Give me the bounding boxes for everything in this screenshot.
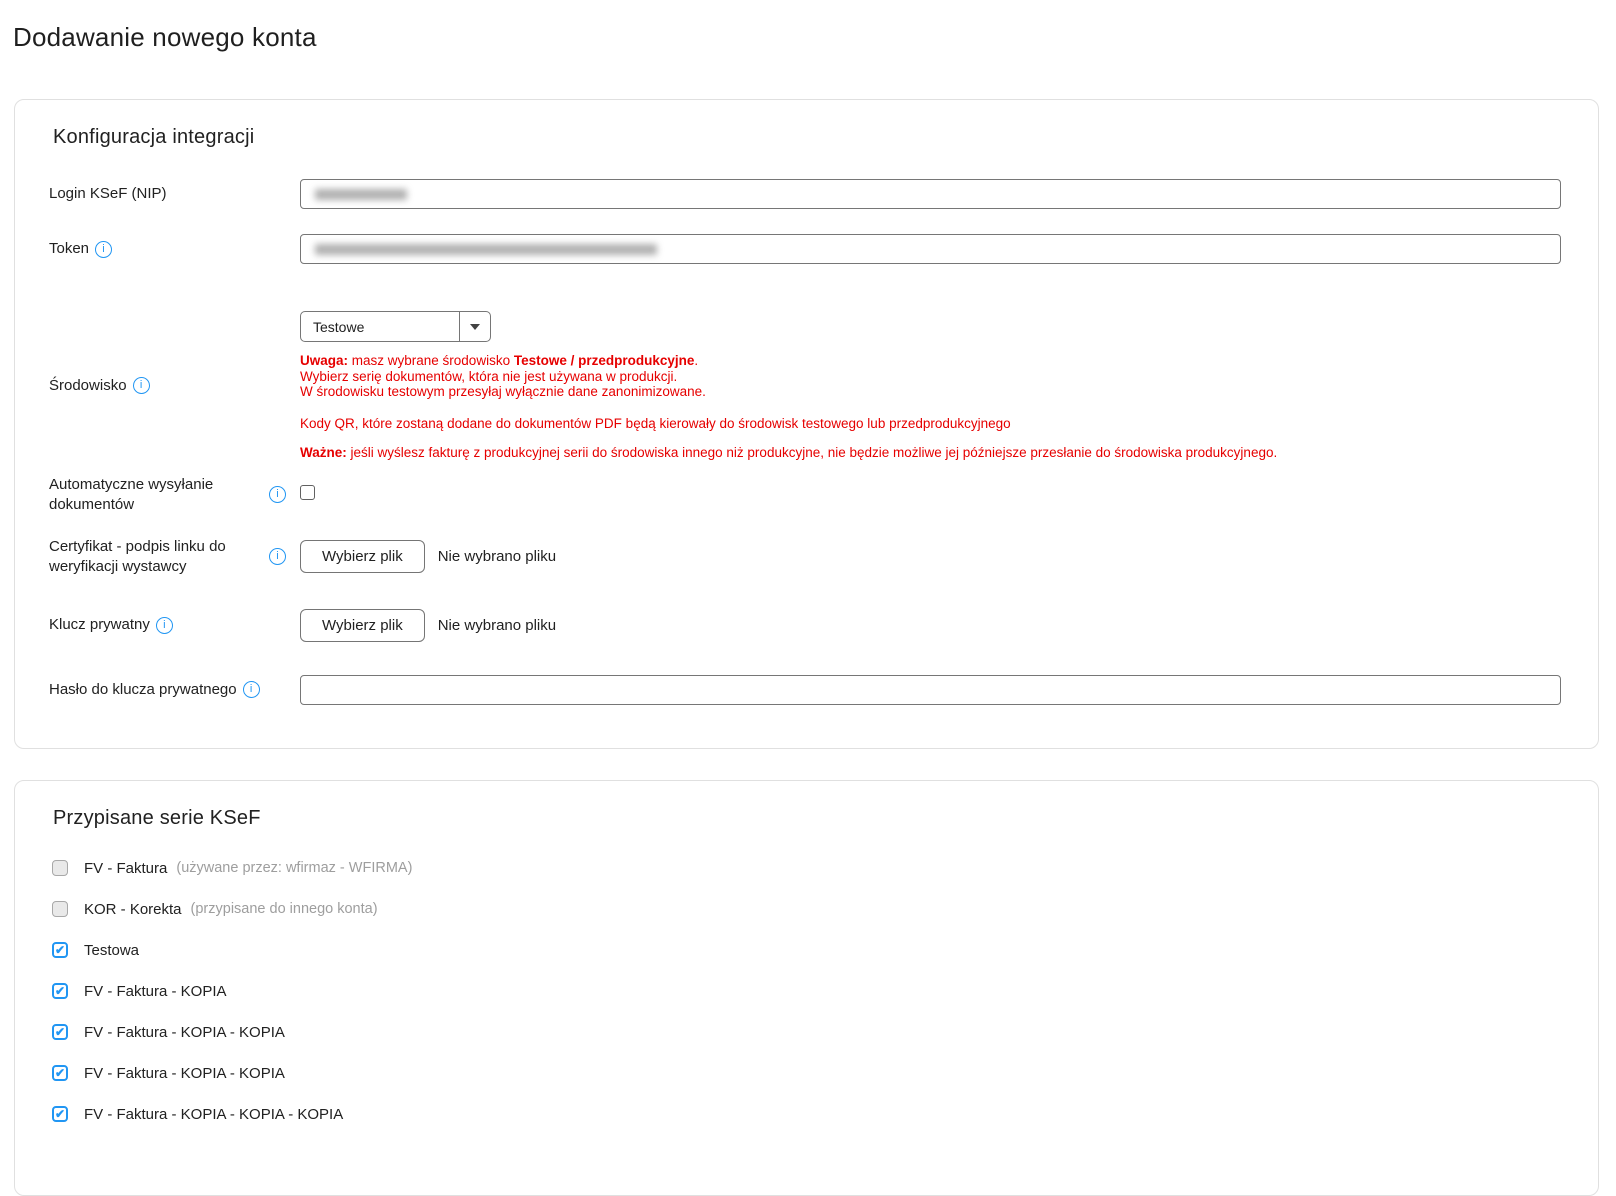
series-checkbox — [52, 860, 68, 876]
series-list-item: FV - Faktura - KOPIA - KOPIA — [52, 1065, 1561, 1082]
series-card: Przypisane serie KSeF FV - Faktura (używ… — [14, 780, 1599, 1196]
series-checkbox — [52, 901, 68, 917]
form-row-login: Login KSeF (NIP) — [49, 179, 1561, 209]
series-checkbox[interactable] — [52, 1024, 68, 1040]
certificate-no-file-text: Nie wybrano pliku — [438, 548, 556, 565]
series-label: KOR - Korekta — [84, 901, 182, 918]
info-icon[interactable] — [133, 377, 150, 394]
series-list-item: FV - Faktura - KOPIA - KOPIA - KOPIA — [52, 1106, 1561, 1123]
form-row-certificate: Certyfikat - podpis linku do weryfikacji… — [49, 537, 1561, 577]
series-label: FV - Faktura — [84, 860, 167, 877]
series-list-item: FV - Faktura - KOPIA - KOPIA — [52, 1024, 1561, 1041]
series-list: FV - Faktura (używane przez: wfirmaz - W… — [49, 860, 1561, 1123]
form-row-auto-send: Automatyczne wysyłanie dokumentów — [49, 475, 1561, 515]
series-list-item: FV - Faktura (używane przez: wfirmaz - W… — [52, 860, 1561, 877]
environment-select[interactable]: Testowe — [300, 311, 491, 342]
form-row-environment: Środowisko Testowe Uwaga: masz wybrane ś… — [49, 311, 1561, 461]
page-title: Dodawanie nowego konta — [0, 0, 1616, 53]
page: Dodawanie nowego konta Konfiguracja inte… — [0, 0, 1616, 1196]
chevron-down-icon — [459, 312, 490, 341]
series-checkbox[interactable] — [52, 942, 68, 958]
login-input[interactable] — [300, 179, 1561, 209]
series-label: FV - Faktura - KOPIA - KOPIA — [84, 1024, 285, 1041]
environment-label: Środowisko — [49, 376, 269, 396]
private-key-label: Klucz prywatny — [49, 615, 269, 635]
form-row-token: Token — [49, 234, 1561, 264]
series-checkbox[interactable] — [52, 1065, 68, 1081]
integration-card-title: Konfiguracja integracji — [53, 100, 1561, 149]
redacted-value — [315, 244, 657, 255]
series-checkbox[interactable] — [52, 1106, 68, 1122]
private-key-no-file-text: Nie wybrano pliku — [438, 617, 556, 634]
warning-qr-note: Kody QR, które zostaną dodane do dokumen… — [300, 416, 1561, 432]
info-icon[interactable] — [156, 617, 173, 634]
integration-card: Konfiguracja integracji Login KSeF (NIP)… — [14, 99, 1599, 749]
token-input[interactable] — [300, 234, 1561, 264]
form-row-password: Hasło do klucza prywatnego — [49, 675, 1561, 705]
info-icon[interactable] — [269, 486, 286, 503]
series-label: FV - Faktura - KOPIA - KOPIA - KOPIA — [84, 1106, 343, 1123]
warning-line-1: Uwaga: masz wybrane środowisko Testowe /… — [300, 353, 1561, 369]
series-list-item: KOR - Korekta (przypisane do innego kont… — [52, 901, 1561, 918]
series-note: (używane przez: wfirmaz - WFIRMA) — [176, 860, 412, 876]
series-checkbox[interactable] — [52, 983, 68, 999]
warning-line-3: W środowisku testowym przesyłaj wyłączni… — [300, 384, 1561, 400]
certificate-choose-file-button[interactable]: Wybierz plik — [300, 540, 425, 573]
form-row-private-key: Klucz prywatny Wybierz plik Nie wybrano … — [49, 609, 1561, 642]
redacted-value — [315, 189, 407, 200]
password-label: Hasło do klucza prywatnego — [49, 680, 269, 700]
series-card-title: Przypisane serie KSeF — [53, 781, 1561, 830]
certificate-label: Certyfikat - podpis linku do weryfikacji… — [49, 537, 269, 577]
series-label: Testowa — [84, 942, 139, 959]
series-label: FV - Faktura - KOPIA — [84, 983, 227, 1000]
login-label: Login KSeF (NIP) — [49, 184, 269, 204]
series-label: FV - Faktura - KOPIA - KOPIA — [84, 1065, 285, 1082]
series-note: (przypisane do innego konta) — [191, 901, 378, 917]
series-list-item: Testowa — [52, 942, 1561, 959]
info-icon[interactable] — [269, 548, 286, 565]
info-icon[interactable] — [95, 241, 112, 258]
token-label: Token — [49, 239, 269, 259]
environment-warning: Uwaga: masz wybrane środowisko Testowe /… — [300, 353, 1561, 461]
auto-send-label: Automatyczne wysyłanie dokumentów — [49, 475, 269, 515]
info-icon[interactable] — [243, 681, 260, 698]
warning-line-2: Wybierz serię dokumentów, która nie jest… — [300, 369, 1561, 385]
private-key-choose-file-button[interactable]: Wybierz plik — [300, 609, 425, 642]
series-list-item: FV - Faktura - KOPIA — [52, 983, 1561, 1000]
environment-select-value: Testowe — [301, 312, 459, 341]
warning-important: Ważne: jeśli wyślesz fakturę z produkcyj… — [300, 445, 1561, 461]
password-input[interactable] — [300, 675, 1561, 705]
auto-send-checkbox[interactable] — [300, 485, 315, 500]
